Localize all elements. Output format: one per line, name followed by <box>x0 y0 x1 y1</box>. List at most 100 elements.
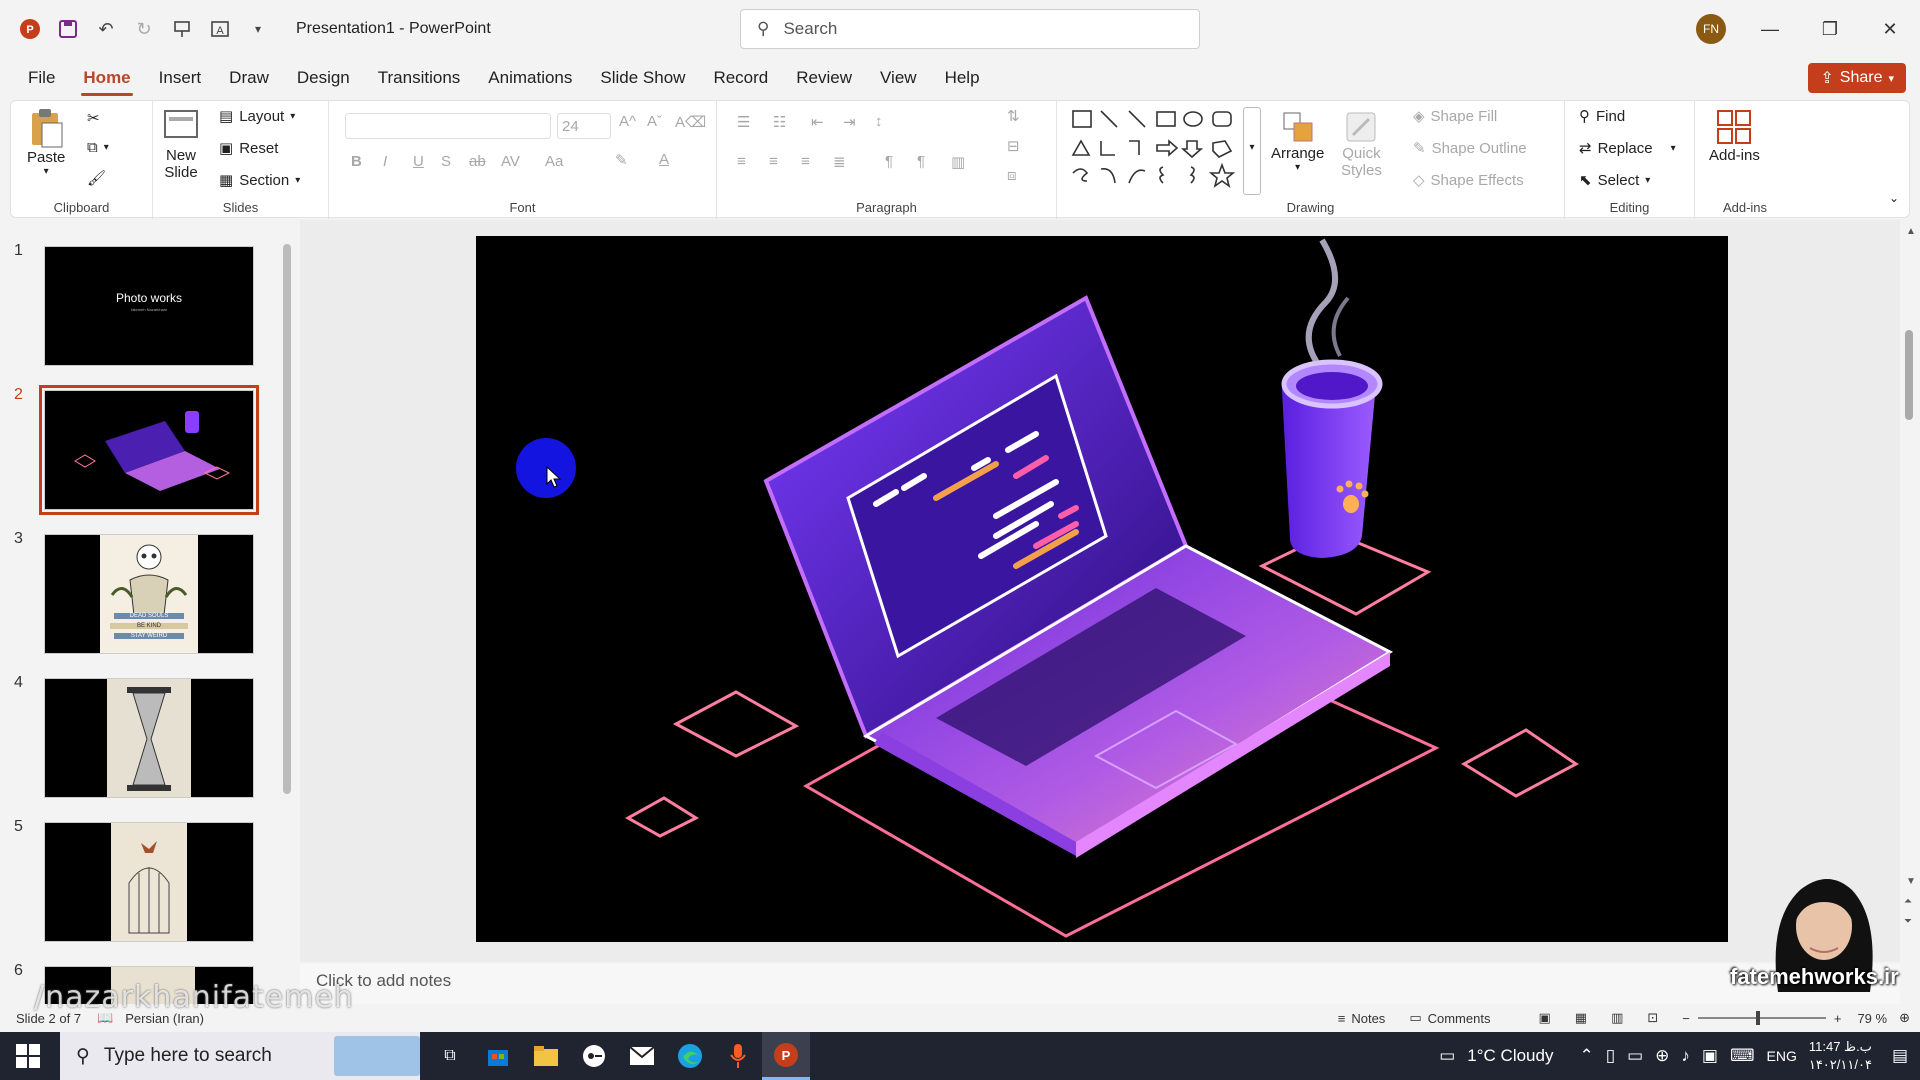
strikethrough-icon[interactable]: ab <box>469 153 486 170</box>
grow-font-icon[interactable]: A^ <box>619 113 636 130</box>
thumbnails-scrollbar[interactable] <box>283 232 293 794</box>
tab-view[interactable]: View <box>866 58 931 98</box>
zoom-level[interactable]: 79 % <box>1857 1011 1887 1026</box>
line-spacing-icon[interactable]: ↕ <box>875 113 883 130</box>
tab-design[interactable]: Design <box>283 58 364 98</box>
tab-draw[interactable]: Draw <box>215 58 283 98</box>
font-name-input[interactable] <box>345 113 551 139</box>
text-direction-icon[interactable]: ⇅ <box>1007 107 1020 125</box>
close-button[interactable]: ✕ <box>1860 0 1920 58</box>
increase-indent-icon[interactable]: ⇥ <box>843 113 856 131</box>
minimize-button[interactable]: — <box>1740 0 1800 58</box>
normal-view-icon[interactable]: ▣ <box>1538 1010 1550 1026</box>
textbox-icon[interactable]: A <box>208 17 232 41</box>
taskbar-search-input[interactable]: ⚲ Type here to search <box>60 1032 420 1080</box>
quick-styles-button[interactable]: Quick Styles <box>1341 109 1382 179</box>
zoom-slider-thumb[interactable] <box>1755 1011 1760 1025</box>
smartart-icon[interactable]: ⧈ <box>1007 167 1017 184</box>
shrink-font-icon[interactable]: Aˇ <box>647 113 662 130</box>
scroll-up-icon[interactable]: ▲ <box>1906 226 1916 237</box>
reading-view-icon[interactable]: ▥ <box>1611 1010 1623 1026</box>
mail-icon[interactable] <box>618 1032 666 1080</box>
avatar[interactable]: FN <box>1696 14 1726 44</box>
slide-sorter-icon[interactable]: ▦ <box>1575 1010 1587 1026</box>
notes-button[interactable]: ≡ Notes <box>1338 1011 1386 1026</box>
notes-pane[interactable]: Click to add notes <box>300 964 1900 1004</box>
align-right-icon[interactable]: ≡ <box>801 153 810 170</box>
shape-fill-button[interactable]: ◈ Shape Fill <box>1413 107 1497 126</box>
volume-icon[interactable]: ♪ <box>1681 1046 1690 1066</box>
customize-qa-icon[interactable]: ▾ <box>246 17 270 41</box>
slide-thumbnail-4[interactable] <box>44 678 254 798</box>
section-button[interactable]: ▦ Section ▾ <box>219 171 300 190</box>
align-left-icon[interactable]: ≡ <box>737 153 746 170</box>
prev-slide-icon[interactable]: ⏶ <box>1904 896 1912 907</box>
store-icon[interactable] <box>474 1032 522 1080</box>
layout-button[interactable]: ▤ Layout ▾ <box>219 107 295 126</box>
font-color-icon[interactable]: A <box>659 151 669 168</box>
current-slide[interactable] <box>476 236 1728 942</box>
tab-review[interactable]: Review <box>782 58 866 98</box>
battery-icon[interactable]: ▭ <box>1627 1046 1643 1066</box>
justify-icon[interactable]: ≣ <box>833 153 846 171</box>
shape-outline-button[interactable]: ✎ Shape Outline <box>1413 139 1527 158</box>
shapes-gallery[interactable] <box>1069 107 1259 197</box>
slide-thumbnail-1[interactable]: Photo works fatemeh Nazarkhani <box>44 246 254 366</box>
slideshow-view-icon[interactable]: ⊡ <box>1647 1010 1658 1026</box>
bullets-icon[interactable]: ☰ <box>737 113 750 131</box>
reset-button[interactable]: ▣ Reset <box>219 139 278 158</box>
tab-home[interactable]: Home <box>69 58 144 98</box>
clock[interactable]: 11:47 ب.ظ ۱۴۰۲/۱۱/۰۴ <box>1809 1038 1872 1074</box>
zoom-out-icon[interactable]: − <box>1682 1011 1690 1026</box>
highlight-icon[interactable]: ✎ <box>615 151 628 169</box>
scroll-thumb[interactable] <box>1905 330 1913 420</box>
restore-button[interactable]: ❐ <box>1800 0 1860 58</box>
ltr-icon[interactable]: ¶ <box>885 153 893 170</box>
redo-icon[interactable]: ↻ <box>132 17 156 41</box>
align-center-icon[interactable]: ≡ <box>769 153 778 170</box>
weather-icon[interactable]: ▭ <box>1439 1046 1455 1066</box>
replace-button[interactable]: ⇄ Replace ▾ <box>1579 139 1676 158</box>
language-tray[interactable]: ENG <box>1767 1048 1797 1064</box>
copy-icon[interactable]: ⧉ ▾ <box>87 139 109 156</box>
tab-animations[interactable]: Animations <box>474 58 586 98</box>
zoom-slider[interactable] <box>1697 1011 1826 1025</box>
scroll-down-icon[interactable]: ▼ <box>1906 876 1916 887</box>
save-icon[interactable] <box>56 17 80 41</box>
decrease-indent-icon[interactable]: ⇤ <box>811 113 824 131</box>
next-slide-icon[interactable]: ⏷ <box>1904 916 1912 927</box>
tab-file[interactable]: File <box>14 58 69 98</box>
share-button[interactable]: ⇪ Share ▾ <box>1808 63 1906 93</box>
clear-format-icon[interactable]: A⌫ <box>675 113 706 131</box>
select-button[interactable]: ⬉ Select ▾ <box>1579 171 1650 190</box>
comments-button[interactable]: ▭ Comments <box>1409 1010 1490 1026</box>
slide-thumbnail-3[interactable]: DEAD SOULS BE KIND STAY WEIRD <box>44 534 254 654</box>
bold-icon[interactable]: B <box>351 153 362 170</box>
fit-slide-icon[interactable]: ⊕ <box>1899 1010 1910 1026</box>
cut-icon[interactable]: ✂ <box>87 109 100 127</box>
align-text-icon[interactable]: ⊟ <box>1007 137 1020 155</box>
tab-insert[interactable]: Insert <box>145 58 216 98</box>
network-icon[interactable]: ⊕ <box>1655 1046 1669 1066</box>
collapse-ribbon-icon[interactable]: ⌄ <box>1889 191 1899 205</box>
edge-icon[interactable] <box>666 1032 714 1080</box>
windows-start-icon[interactable] <box>16 1044 40 1068</box>
tab-record[interactable]: Record <box>699 58 782 98</box>
task-view-icon[interactable]: ⧉ <box>426 1032 474 1080</box>
microphone-icon[interactable] <box>714 1032 762 1080</box>
keyboard-icon[interactable]: ⌨ <box>1730 1046 1755 1066</box>
user-tray-icon[interactable]: ▣ <box>1702 1046 1718 1066</box>
present-icon[interactable] <box>170 17 194 41</box>
new-slide-button[interactable]: New Slide <box>161 107 201 181</box>
powerpoint-taskbar-icon[interactable]: P <box>762 1032 810 1080</box>
shape-effects-button[interactable]: ◇ Shape Effects <box>1413 171 1524 190</box>
tab-help[interactable]: Help <box>931 58 994 98</box>
numbering-icon[interactable]: ☷ <box>773 113 786 131</box>
tab-slide-show[interactable]: Slide Show <box>586 58 699 98</box>
find-button[interactable]: ⚲ Find <box>1579 107 1625 126</box>
font-size-input[interactable]: 24 <box>557 113 611 139</box>
zoom-in-icon[interactable]: + <box>1834 1011 1842 1026</box>
undo-icon[interactable]: ↶ <box>94 17 118 41</box>
weather-text[interactable]: 1°C Cloudy <box>1467 1046 1553 1066</box>
rtl-icon[interactable]: ¶ <box>917 153 925 170</box>
